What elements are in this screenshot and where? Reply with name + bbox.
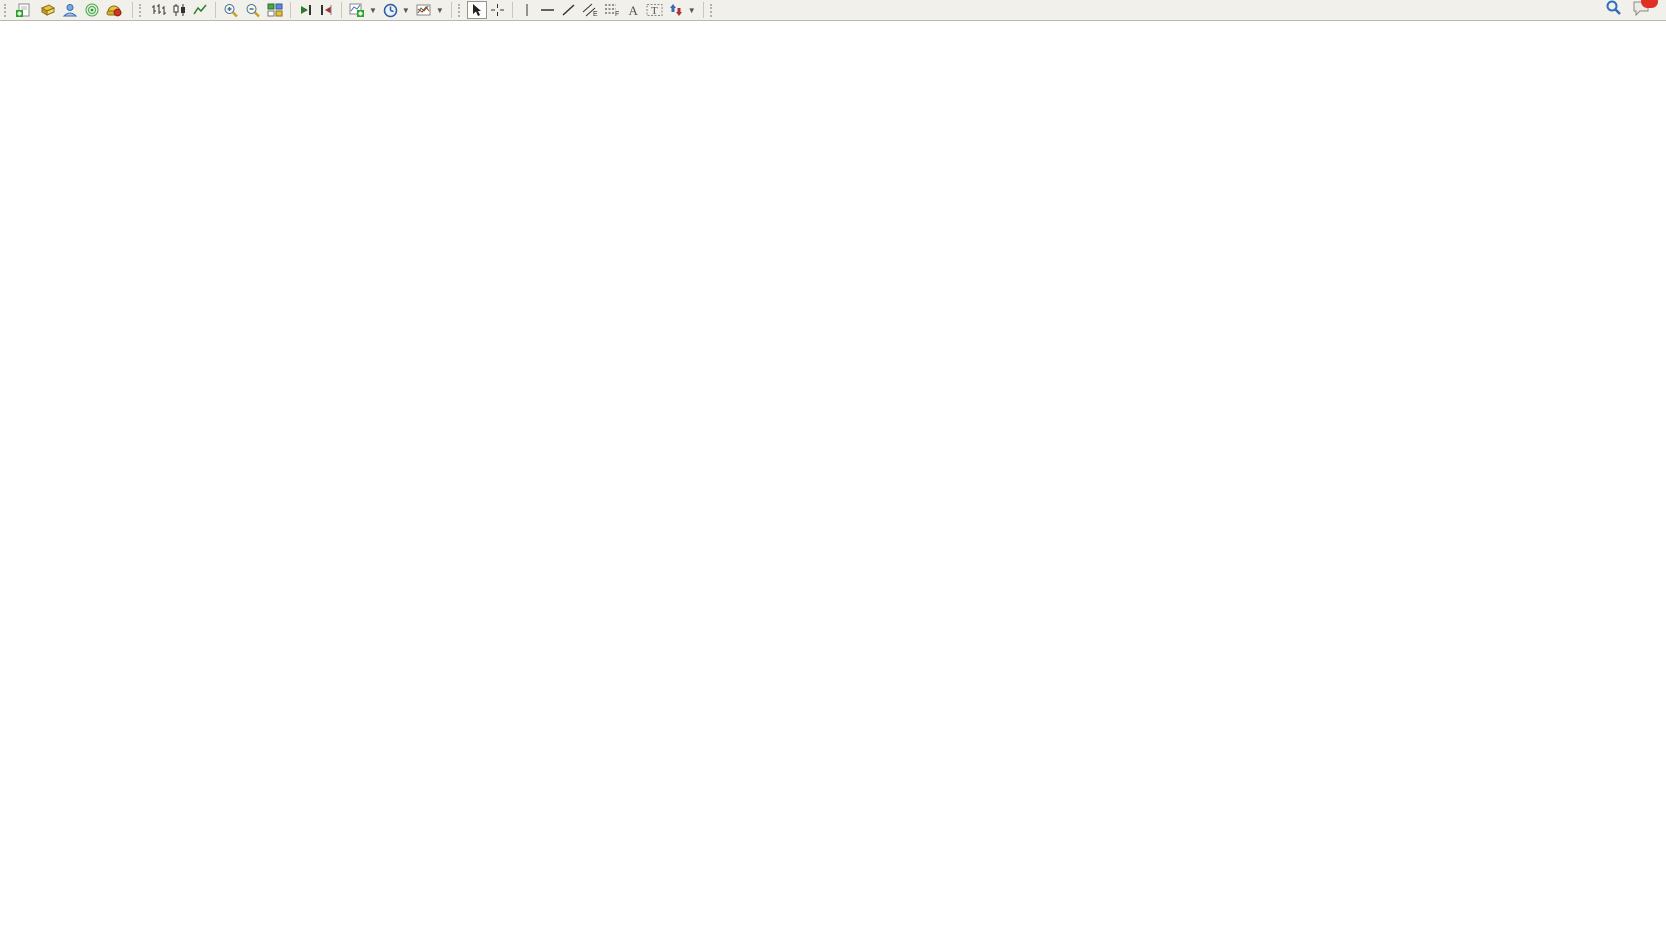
search-icon[interactable]	[1605, 0, 1622, 21]
zoom-out-icon	[245, 3, 261, 18]
line-chart-button[interactable]	[190, 1, 211, 19]
dropdown-caret-icon: ▼	[402, 6, 410, 15]
templates-button[interactable]: ▼	[413, 1, 447, 19]
line-chart-icon	[193, 3, 208, 17]
toolbar-grip[interactable]	[4, 4, 9, 17]
new-order-icon	[16, 3, 31, 18]
cursor-tool-button[interactable]	[467, 1, 487, 19]
chart-canvas[interactable]	[0, 0, 1666, 940]
text-label-icon: T	[646, 3, 663, 17]
fibonacci-icon: F	[604, 3, 620, 17]
cursor-icon	[470, 3, 483, 17]
equidistant-channel-tool-button[interactable]: E	[579, 1, 601, 19]
toolbar-separator	[341, 2, 342, 18]
toolbar-separator	[290, 2, 291, 18]
notifications-button[interactable]	[1632, 0, 1650, 21]
toolbar-right-group	[1605, 0, 1664, 21]
bar-chart-icon	[151, 3, 166, 17]
tile-windows-button[interactable]	[264, 1, 286, 19]
text-tool-button[interactable]: A	[623, 1, 643, 19]
toolbar-separator	[703, 2, 704, 18]
arrows-tool-button[interactable]: ▼	[666, 1, 699, 19]
crosshair-icon	[490, 3, 505, 17]
vertical-line-tool-button[interactable]	[517, 1, 537, 19]
bar-chart-button[interactable]	[148, 1, 169, 19]
toolbar-separator	[451, 2, 452, 18]
equidistant-channel-icon: E	[582, 3, 598, 17]
signals-button[interactable]	[81, 1, 103, 19]
arrows-icon	[669, 3, 684, 17]
signals-icon	[84, 3, 100, 17]
candlestick-chart-icon	[172, 3, 187, 17]
horizontal-line-icon	[540, 3, 555, 17]
dropdown-caret-icon: ▼	[688, 6, 696, 15]
templates-icon	[416, 3, 432, 17]
svg-text:T: T	[651, 5, 658, 17]
toolbar-grip[interactable]	[458, 4, 463, 17]
trendline-icon	[561, 3, 576, 17]
dropdown-caret-icon: ▼	[369, 6, 377, 15]
community-icon	[62, 3, 78, 17]
zoom-in-icon	[223, 3, 239, 18]
auto-scroll-icon	[298, 3, 313, 17]
zoom-in-button[interactable]	[220, 1, 242, 19]
toolbar-grip[interactable]	[710, 4, 715, 17]
chart-cube-icon	[40, 3, 56, 17]
candlestick-chart-button[interactable]	[169, 1, 190, 19]
indicators-icon	[349, 3, 365, 17]
toolbar-separator	[132, 2, 133, 18]
crosshair-tool-button[interactable]	[487, 1, 508, 19]
periods-button[interactable]: ▼	[380, 1, 413, 19]
tile-windows-icon	[267, 3, 283, 17]
horizontal-line-tool-button[interactable]	[537, 1, 558, 19]
fibonacci-tool-button[interactable]: F	[601, 1, 623, 19]
svg-text:E: E	[593, 11, 598, 17]
chart-shift-button[interactable]	[316, 1, 337, 19]
market-watch-button[interactable]	[37, 1, 59, 19]
toolbar-grip[interactable]	[139, 4, 144, 17]
trendline-tool-button[interactable]	[558, 1, 579, 19]
terminal-window: ▼ ▼ ▼ E F A T ▼	[0, 0, 1666, 940]
autotrade-button[interactable]	[103, 1, 128, 19]
vertical-line-icon	[521, 3, 533, 17]
text-icon: A	[626, 3, 639, 17]
toolbar-separator	[512, 2, 513, 18]
toolbar-separator	[215, 2, 216, 18]
svg-text:A: A	[629, 3, 639, 17]
dropdown-caret-icon: ▼	[436, 6, 444, 15]
text-label-tool-button[interactable]: T	[643, 1, 666, 19]
indicators-button[interactable]: ▼	[346, 1, 380, 19]
new-order-button[interactable]	[13, 1, 37, 19]
community-button[interactable]	[59, 1, 81, 19]
zoom-out-button[interactable]	[242, 1, 264, 19]
toolbar: ▼ ▼ ▼ E F A T ▼	[0, 0, 1666, 21]
notification-badge	[1641, 0, 1658, 8]
auto-scroll-button[interactable]	[295, 1, 316, 19]
autotrade-icon	[106, 3, 122, 17]
svg-text:F: F	[615, 11, 619, 17]
chart-shift-icon	[319, 3, 334, 17]
periods-icon	[383, 3, 398, 18]
